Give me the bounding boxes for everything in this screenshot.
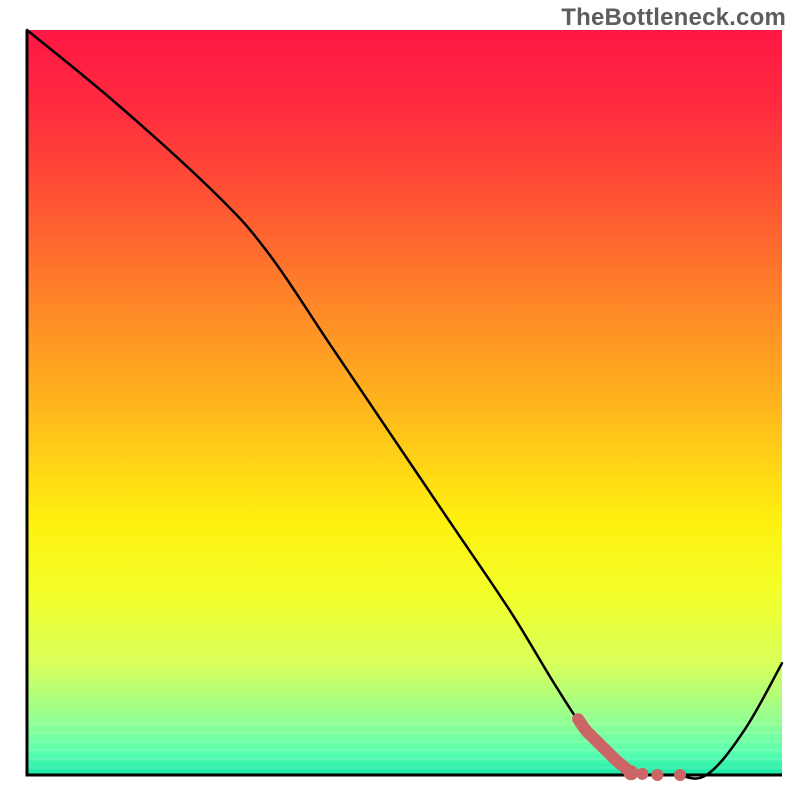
chart-svg [0, 0, 800, 800]
chart-container: TheBottleneck.com [0, 0, 800, 800]
watermark-text: TheBottleneck.com [561, 4, 786, 32]
highlight-dot [636, 768, 648, 780]
gradient-stripe [27, 723, 782, 726]
gradient-stripe [27, 749, 782, 752]
highlight-dot [624, 765, 639, 780]
highlight-dot [674, 769, 686, 781]
gradient-background [27, 30, 782, 775]
gradient-stripe [27, 758, 782, 761]
gradient-stripe [27, 766, 782, 769]
gradient-stripe [27, 740, 782, 743]
gradient-stripe [27, 732, 782, 735]
highlight-dot [651, 769, 663, 781]
